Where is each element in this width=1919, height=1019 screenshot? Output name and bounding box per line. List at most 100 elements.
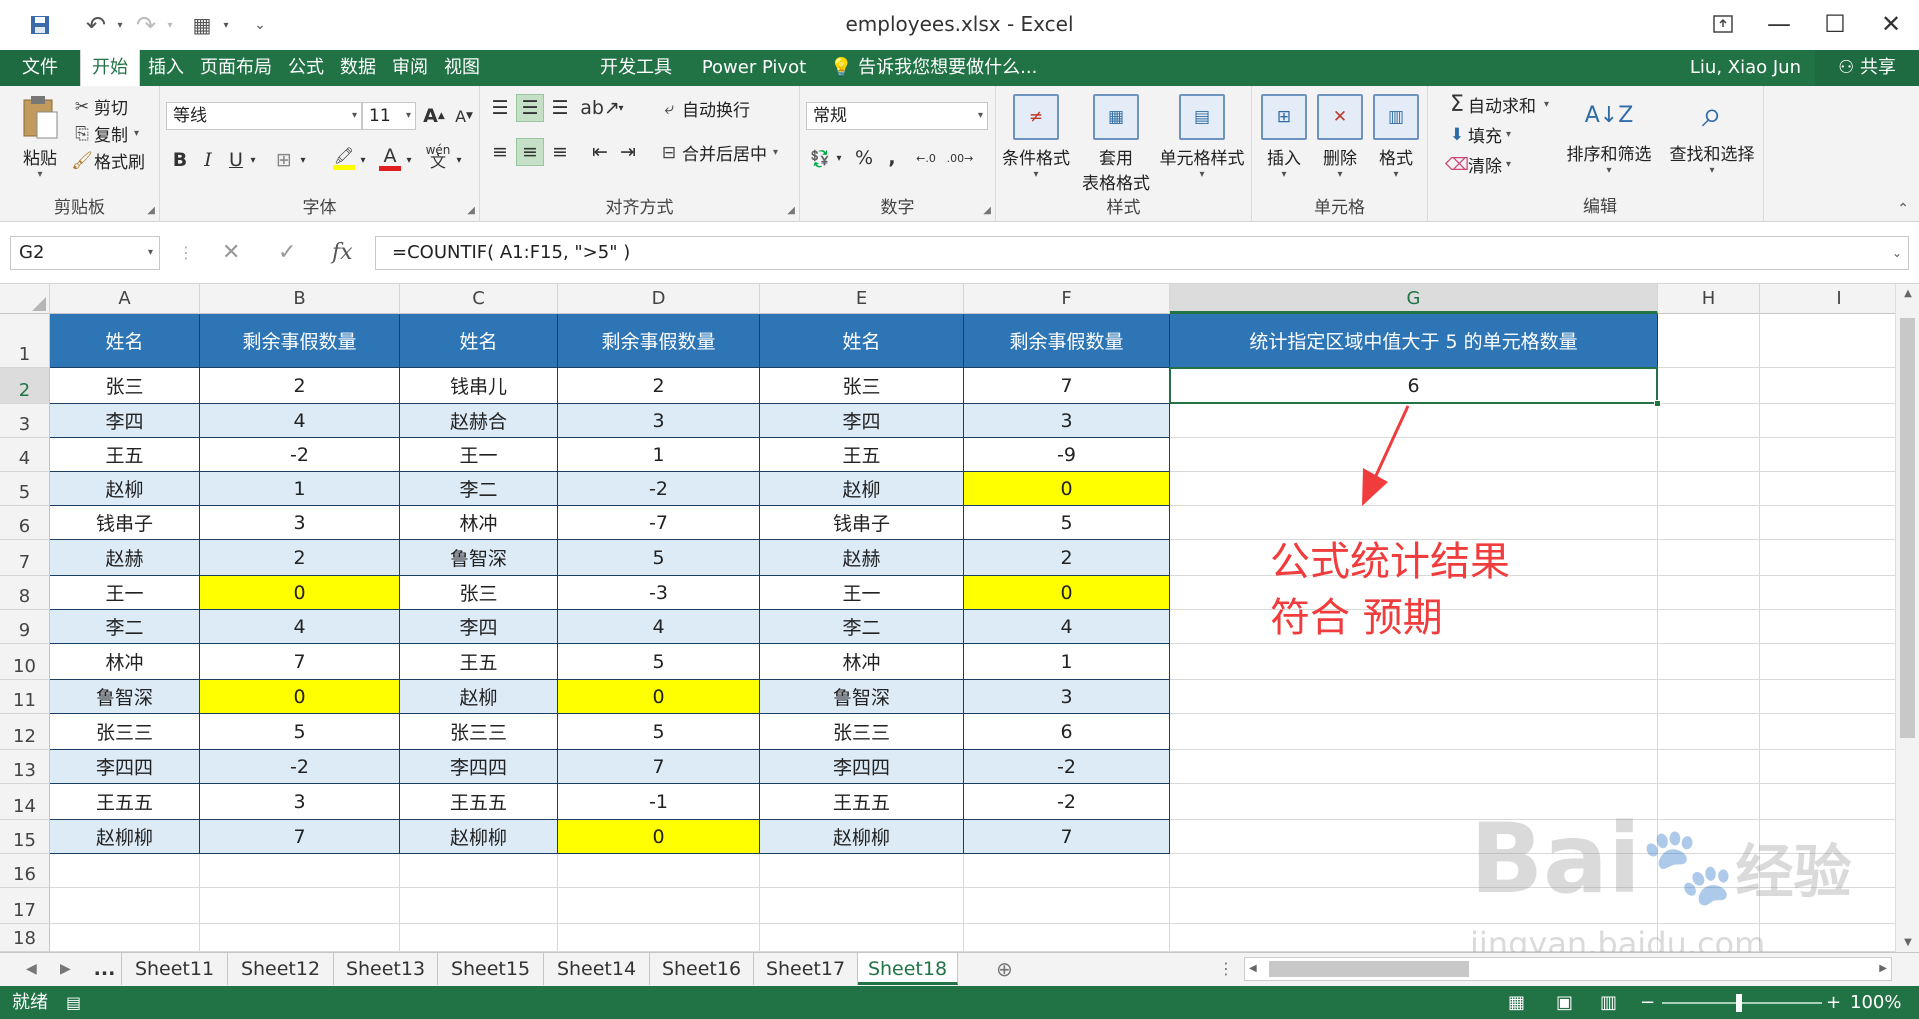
zoom-slider[interactable] [1662,1002,1822,1004]
clipboard-dialog-launcher-icon[interactable]: ◢ [147,205,155,216]
increase-indent-icon[interactable]: ⇥ [614,138,642,166]
shrink-font-icon[interactable]: A ▼ [450,102,478,130]
more-sheets-button[interactable]: ... [88,953,122,985]
tab-review[interactable]: 审阅 [384,50,436,86]
scroll-down-icon[interactable]: ▼ [1896,937,1919,948]
tab-formulas[interactable]: 公式 [280,50,332,86]
sort-filter-button[interactable]: A↓Z 排序和筛选 ▾ [1566,92,1652,177]
font-name-combo[interactable]: 等线 ▾ [166,102,362,130]
zoom-in-icon[interactable]: + [1826,986,1841,1019]
align-center-icon[interactable]: ≡ [516,138,544,166]
sheet-tab-sheet13[interactable]: Sheet13 [334,953,438,985]
scroll-left-icon[interactable]: ◀ [1249,958,1257,980]
font-dialog-launcher-icon[interactable]: ◢ [467,205,475,216]
decrease-indent-icon[interactable]: ⇤ [586,138,614,166]
sheet-tab-sheet17[interactable]: Sheet17 [754,953,858,985]
autosum-button[interactable]: Σ 自动求和 ▾ [1446,92,1549,117]
ribbon-display-icon[interactable] [1701,6,1745,42]
align-bottom-icon[interactable]: ☰ [546,94,574,122]
minimize-icon[interactable]: — [1757,6,1801,42]
decrease-decimal-icon[interactable]: .00→ [946,144,974,172]
clear-button[interactable]: ⌫ 清除 ▾ [1445,152,1511,178]
cancel-icon[interactable]: ✕ [222,236,240,270]
share-button[interactable]: ⚇ 共享 [1815,50,1919,86]
scroll-tabs-right-icon[interactable]: ▶ [60,953,71,985]
font-color-dropdown-icon[interactable]: ▾ [402,146,416,174]
tab-power-pivot[interactable]: Power Pivot [694,50,814,86]
scroll-right-icon[interactable]: ▶ [1879,958,1887,980]
tab-data[interactable]: 数据 [332,50,384,86]
grow-font-icon[interactable]: A ▲ [420,102,448,130]
wrap-text-button[interactable]: ⤶ 自动换行 [656,96,750,122]
h-scroll-thumb[interactable] [1269,961,1469,977]
increase-decimal-icon[interactable]: ←.0 [912,144,940,172]
add-sheet-icon[interactable]: ⊕ [996,953,1013,985]
horizontal-scrollbar[interactable]: ◀ ▶ [1244,957,1892,981]
borders-icon[interactable]: ⊞ [270,146,298,174]
sheet-tab-sheet15[interactable]: Sheet15 [438,953,544,985]
tab-home[interactable]: 开始 [80,50,140,86]
zoom-slider-thumb[interactable] [1736,994,1742,1012]
orientation-dropdown-icon[interactable]: ▾ [614,94,628,122]
bold-icon[interactable]: B [166,146,194,174]
font-color-icon[interactable]: A [376,142,404,174]
insert-function-icon[interactable]: fx [332,236,353,270]
cut-button[interactable]: ✂ 剪切 [70,94,128,120]
scroll-tabs-left-icon[interactable]: ◀ [26,953,37,985]
fill-button[interactable]: ⬇ 填充 ▾ [1446,122,1511,148]
vertical-scrollbar[interactable]: ▲ ▼ [1895,284,1919,952]
delete-cells-button[interactable]: ✕ 删除 ▾ [1312,94,1368,180]
align-middle-icon[interactable]: ☰ [516,94,544,122]
italic-icon[interactable]: I [194,146,222,174]
fill-color-dropdown-icon[interactable]: ▾ [356,146,370,174]
copy-button[interactable]: ⎘ 复制 ▾ [70,121,139,147]
sheet-tab-sheet14[interactable]: Sheet14 [544,953,650,985]
number-format-combo[interactable]: 常规 ▾ [806,102,988,130]
find-select-button[interactable]: ⌕ 查找和选择 ▾ [1664,92,1760,176]
collapse-ribbon-icon[interactable]: ⌃ [1897,201,1909,217]
enter-icon[interactable]: ✓ [278,236,296,270]
maximize-icon[interactable]: ☐ [1813,6,1857,42]
insert-cells-button[interactable]: ⊞ 插入 ▾ [1256,94,1312,180]
close-icon[interactable]: ✕ [1869,6,1913,42]
number-dialog-launcher-icon[interactable]: ◢ [983,205,991,216]
page-break-view-icon[interactable]: ▥ [1600,986,1617,1019]
tab-file[interactable]: 文件 [0,50,80,86]
macro-record-icon[interactable]: ▤ [66,986,81,1019]
scroll-up-icon[interactable]: ▲ [1896,288,1919,299]
borders-dropdown-icon[interactable]: ▾ [296,146,310,174]
format-as-table-button[interactable]: ▦ 套用 表格格式 [1072,94,1160,194]
sheet-tab-sheet12[interactable]: Sheet12 [228,953,334,985]
tab-view[interactable]: 视图 [436,50,488,86]
normal-view-icon[interactable]: ▦ [1508,986,1525,1019]
orientation-icon[interactable]: ab↗ [580,94,620,122]
sheet-tab-sheet11[interactable]: Sheet11 [122,953,228,985]
tab-insert[interactable]: 插入 [140,50,192,86]
zoom-level[interactable]: 100% [1850,986,1901,1019]
currency-dropdown-icon[interactable]: ▾ [832,144,846,172]
format-cells-button[interactable]: ▥ 格式 ▾ [1368,94,1424,180]
percent-icon[interactable]: % [850,144,878,172]
font-size-combo[interactable]: 11 ▾ [362,102,416,130]
zoom-out-icon[interactable]: − [1640,986,1655,1019]
tab-developer[interactable]: 开发工具 [592,50,680,86]
sheet-tab-sheet16[interactable]: Sheet16 [650,953,754,985]
expand-formula-icon[interactable]: ⌄ [1892,237,1902,269]
page-layout-view-icon[interactable]: ▣ [1556,986,1573,1019]
formula-input[interactable]: =COUNTIF( A1:F15, ">5" ) ⌄ [375,236,1909,270]
sheet-tab-sheet18[interactable]: Sheet18 [858,953,958,985]
paste-button[interactable]: 粘贴 ▾ [14,94,66,180]
fill-color-icon[interactable]: 🖍 [330,142,358,174]
format-painter-button[interactable]: 🖌 格式刷 [70,148,145,174]
cell-styles-button[interactable]: ▤ 单元格样式 ▾ [1156,94,1248,180]
merge-center-button[interactable]: ⊟ 合并后居中 ▾ [656,140,778,166]
conditional-formatting-button[interactable]: ≠ 条件格式 ▾ [998,94,1074,180]
align-left-icon[interactable]: ≡ [486,138,514,166]
underline-dropdown-icon[interactable]: ▾ [246,146,260,174]
comma-style-icon[interactable]: , [878,144,906,172]
tell-me-search[interactable]: 💡 告诉我您想要做什么... [830,50,1037,86]
user-name[interactable]: Liu, Xiao Jun [1690,50,1801,86]
scroll-thumb[interactable] [1900,318,1915,738]
alignment-dialog-launcher-icon[interactable]: ◢ [787,205,795,216]
align-right-icon[interactable]: ≡ [546,138,574,166]
